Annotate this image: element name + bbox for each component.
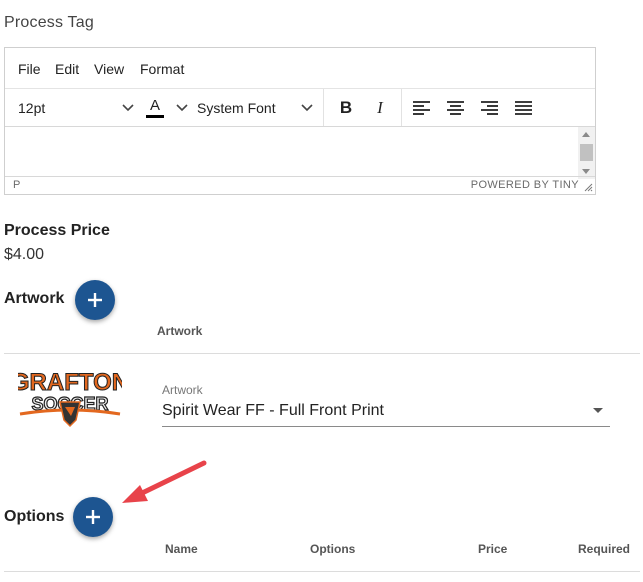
font-size-select[interactable]: 12pt <box>18 89 136 127</box>
artwork-heading: Artwork <box>4 290 65 307</box>
annotation-arrow-icon <box>122 460 207 503</box>
add-option-button[interactable] <box>73 497 113 537</box>
menu-file[interactable]: File <box>18 61 41 77</box>
align-right-button[interactable] <box>481 89 501 127</box>
align-left-button[interactable] <box>413 89 433 127</box>
options-divider <box>4 571 640 572</box>
process-price-value: $4.00 <box>4 246 45 263</box>
font-family-value: System Font <box>197 100 276 116</box>
align-justify-icon <box>515 101 532 115</box>
options-heading: Options <box>4 508 65 525</box>
align-right-icon <box>481 101 498 115</box>
options-column-required[interactable]: Required <box>578 542 630 556</box>
options-column-name[interactable]: Name <box>165 542 198 556</box>
align-center-icon <box>447 101 464 115</box>
editor-content-area[interactable] <box>5 126 595 179</box>
options-column-price[interactable]: Price <box>478 542 507 556</box>
menu-view[interactable]: View <box>94 61 124 77</box>
logo-text-top: GRAFTON <box>18 369 122 396</box>
process-tag-label: Process Tag <box>4 14 94 31</box>
editor-scrollbar[interactable] <box>578 127 595 179</box>
toolbar-separator <box>401 89 402 127</box>
text-color-swatch <box>146 115 164 118</box>
menu-format[interactable]: Format <box>140 61 184 77</box>
text-color-glyph: A <box>149 97 160 114</box>
font-family-select[interactable]: System Font <box>197 89 317 127</box>
rich-text-editor: File Edit View Format 12pt A System Font <box>4 47 596 195</box>
artwork-select[interactable]: Spirit Wear FF - Full Front Print <box>162 402 384 420</box>
plus-icon <box>88 293 102 307</box>
resize-handle-icon[interactable] <box>584 183 593 192</box>
text-color-button[interactable]: A <box>146 89 192 127</box>
toolbar-separator <box>323 89 324 127</box>
plus-icon <box>86 510 100 524</box>
dropdown-arrow-icon[interactable] <box>593 408 603 413</box>
italic-button[interactable]: I <box>369 89 391 127</box>
align-justify-button[interactable] <box>515 89 535 127</box>
scroll-up-icon[interactable] <box>582 132 590 137</box>
chevron-down-icon <box>176 104 188 112</box>
scrollbar-thumb[interactable] <box>580 144 593 161</box>
editor-toolbar: 12pt A System Font B I <box>5 88 595 127</box>
bold-icon: B <box>339 98 353 117</box>
align-center-button[interactable] <box>447 89 467 127</box>
menu-edit[interactable]: Edit <box>55 61 79 77</box>
italic-icon: I <box>377 98 383 117</box>
options-column-options[interactable]: Options <box>310 542 355 556</box>
align-left-icon <box>413 101 430 115</box>
chevron-down-icon <box>301 104 313 112</box>
chevron-down-icon <box>122 104 134 112</box>
bold-button[interactable]: B <box>335 89 357 127</box>
add-artwork-button[interactable] <box>75 280 115 320</box>
grafton-soccer-logo: GRAFTON SOCCER <box>10 366 130 428</box>
element-path[interactable]: P <box>13 179 20 191</box>
font-size-value: 12pt <box>18 100 46 116</box>
scroll-down-icon[interactable] <box>582 169 590 174</box>
powered-by-tiny-link[interactable]: POWERED BY TINY <box>471 179 579 191</box>
artwork-divider <box>4 353 640 354</box>
artwork-select-underline <box>162 426 610 427</box>
editor-statusbar: P POWERED BY TINY <box>5 176 595 194</box>
artwork-column-header: Artwork <box>157 324 203 338</box>
text-color-icon: A <box>146 98 164 118</box>
artwork-field-label: Artwork <box>162 383 203 397</box>
process-price-label: Process Price <box>4 222 110 239</box>
editor-menubar: File Edit View Format <box>5 48 595 88</box>
